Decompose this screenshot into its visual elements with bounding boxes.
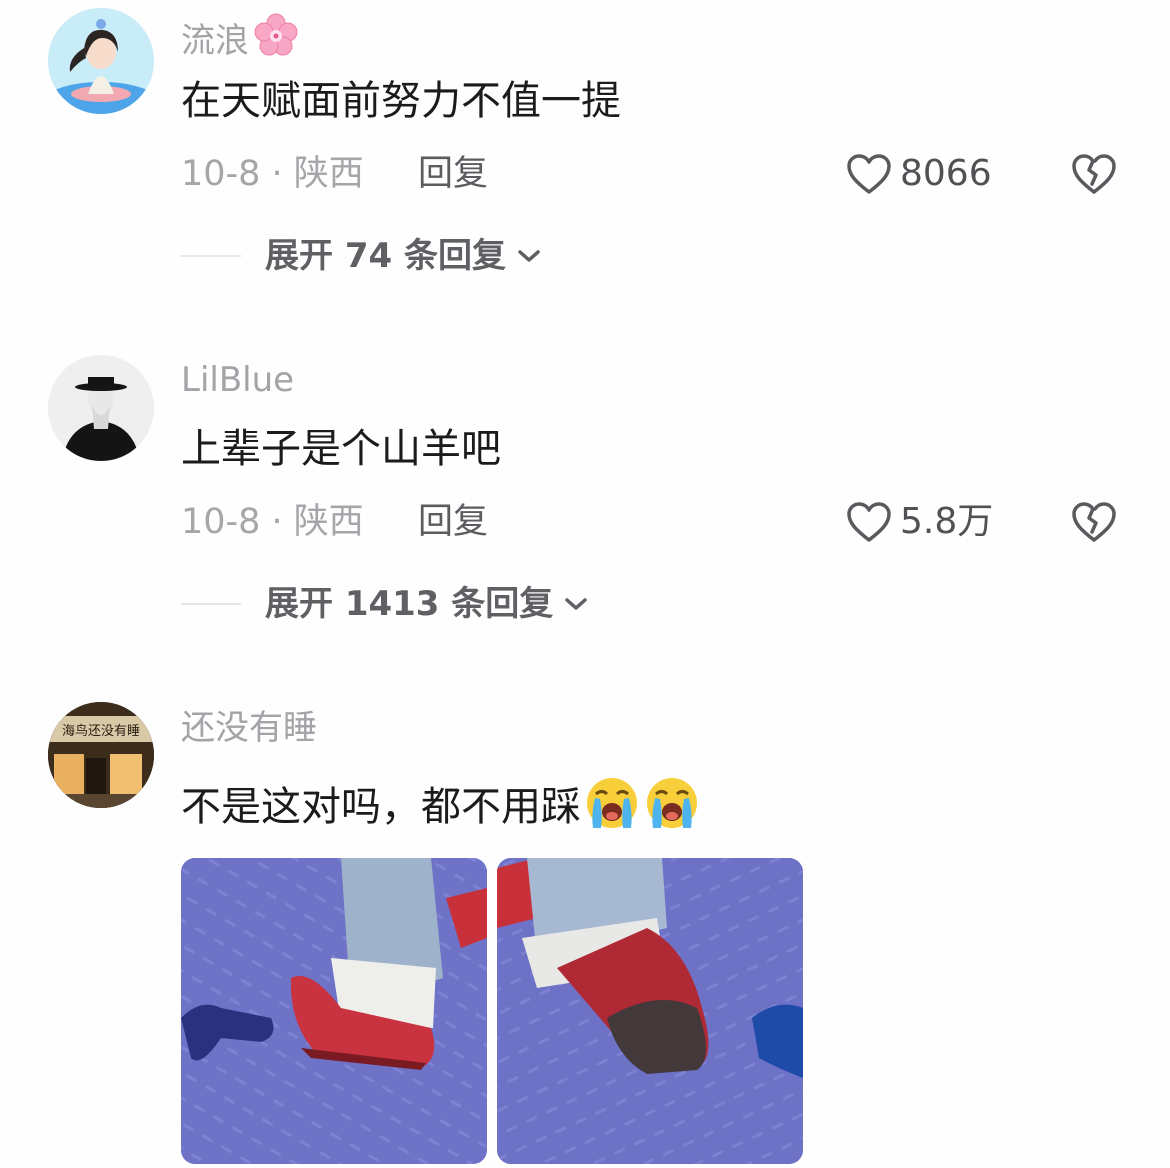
comment-text: 不是这对吗，都不用踩 (181, 772, 701, 842)
comment-text: 上辈子是个山羊吧 (181, 426, 501, 472)
reply-button[interactable]: 回复 (418, 152, 488, 196)
chevron-down-icon (565, 598, 588, 610)
divider-line (181, 255, 241, 257)
avatar-sign-text: 海鸟还没有睡 (62, 723, 140, 739)
heart-outline-icon (847, 502, 891, 542)
avatar[interactable] (48, 8, 154, 114)
like-button[interactable]: 5.8万 (846, 500, 993, 544)
avatar[interactable]: 海鸟还没有睡 (48, 702, 154, 808)
comment-meta: 10-8 · 陕西 (181, 154, 364, 194)
heart-outline-icon (847, 154, 891, 194)
comment-image-1[interactable] (181, 858, 487, 1164)
username[interactable]: LilBlue (181, 360, 294, 400)
username-text: 流浪 (181, 21, 249, 61)
divider-line (181, 603, 241, 605)
expand-replies-label: 展开 1413 条回复 (265, 584, 554, 624)
comment-meta: 10-8 · 陕西 (181, 502, 364, 542)
expand-replies-label: 展开 74 条回复 (265, 236, 506, 276)
like-count: 5.8万 (900, 501, 994, 542)
broken-heart-icon (1072, 154, 1116, 194)
crying-face-icon (583, 772, 641, 842)
avatar[interactable] (48, 355, 154, 461)
like-button[interactable]: 8066 (846, 152, 992, 196)
dislike-button[interactable] (1070, 152, 1118, 200)
crying-face-icon (643, 772, 701, 842)
username[interactable]: 流浪 (181, 12, 299, 67)
flower-icon (253, 12, 299, 67)
broken-heart-icon (1072, 502, 1116, 542)
expand-replies-button[interactable]: 展开 1413 条回复 (181, 582, 589, 626)
like-count: 8066 (900, 153, 992, 194)
comment-text: 在天赋面前努力不值一提 (181, 78, 621, 124)
expand-replies-button[interactable]: 展开 74 条回复 (181, 234, 542, 278)
username[interactable]: 还没有睡 (181, 708, 317, 748)
reply-button[interactable]: 回复 (418, 500, 488, 544)
dislike-button[interactable] (1070, 500, 1118, 548)
comment-image-2[interactable] (497, 858, 803, 1164)
comment-text-body: 不是这对吗，都不用踩 (181, 784, 581, 830)
chevron-down-icon (518, 250, 540, 262)
